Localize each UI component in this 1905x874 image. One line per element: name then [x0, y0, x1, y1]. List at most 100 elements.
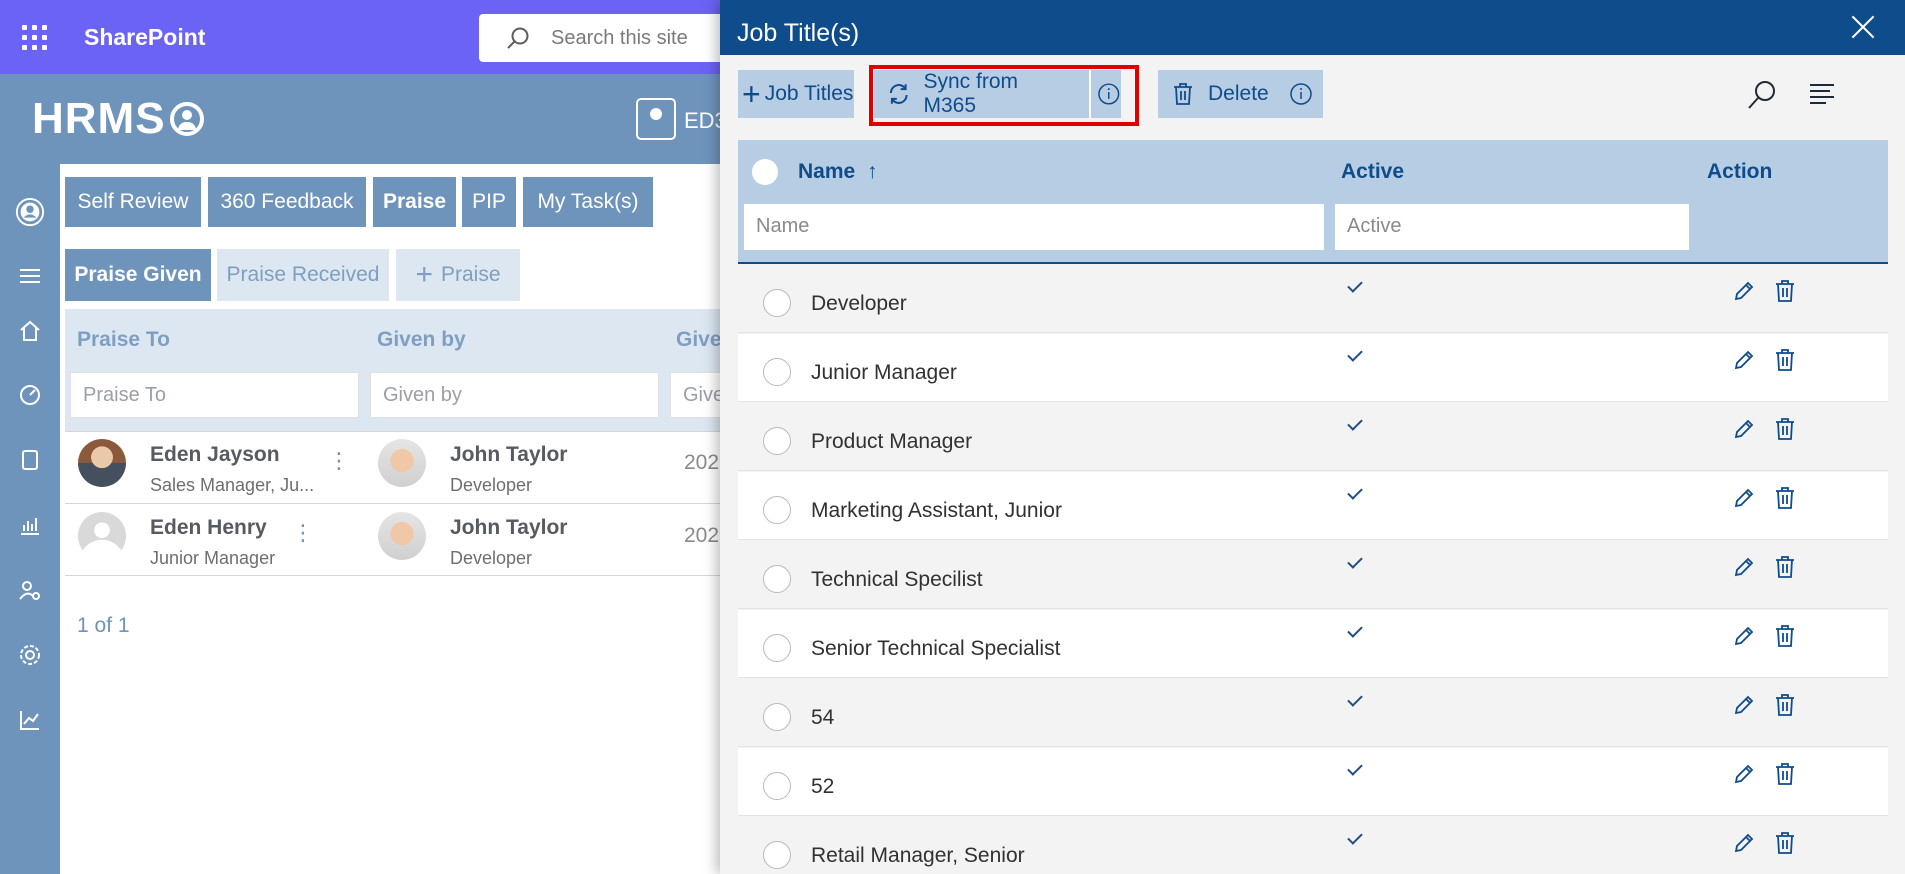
trash-icon[interactable] [1774, 486, 1796, 510]
job-title-name: 54 [811, 706, 835, 729]
name-filter-input[interactable]: Name [744, 204, 1324, 250]
active-check-icon [1347, 346, 1363, 362]
job-title-row[interactable]: 52 [738, 748, 1888, 816]
trash-icon[interactable] [1774, 693, 1796, 717]
active-check-icon [1347, 691, 1363, 707]
tab-360-feedback[interactable]: 360 Feedback [208, 177, 366, 227]
trash-icon[interactable] [1774, 348, 1796, 372]
job-title-row[interactable]: Senior Technical Specialist [738, 610, 1888, 678]
trash-icon[interactable] [1774, 762, 1796, 786]
trash-icon[interactable] [1774, 279, 1796, 303]
job-title-row[interactable]: Junior Manager [738, 334, 1888, 402]
edit-pencil-icon[interactable] [1732, 417, 1756, 441]
job-title-row[interactable]: Developer [738, 265, 1888, 333]
delete-button[interactable]: Delete [1158, 70, 1323, 118]
add-job-title-button[interactable]: + Job Titles [738, 70, 854, 118]
column-given-by[interactable]: Given by [377, 328, 466, 352]
row-select-checkbox[interactable] [763, 289, 791, 317]
edit-pencil-icon[interactable] [1732, 693, 1756, 717]
employee-badge-icon[interactable] [636, 98, 676, 140]
row-select-checkbox[interactable] [763, 841, 791, 869]
given-by-name: John Taylor [450, 516, 568, 539]
given-by-filter[interactable]: Given by [370, 372, 659, 418]
active-check-icon [1347, 553, 1363, 569]
app-launcher-icon[interactable] [22, 25, 48, 51]
trash-icon[interactable] [1774, 555, 1796, 579]
active-check-icon [1347, 622, 1363, 638]
trash-icon[interactable] [1774, 624, 1796, 648]
edit-pencil-icon[interactable] [1732, 348, 1756, 372]
column-given-date[interactable]: Give [676, 328, 722, 352]
add-job-title-label: Job Titles [764, 82, 854, 105]
search-placeholder: Search this site [551, 27, 688, 49]
edit-pencil-icon[interactable] [1732, 762, 1756, 786]
given-date: 202 [684, 524, 720, 547]
job-title-row[interactable]: Marketing Assistant, Junior [738, 472, 1888, 540]
tab-praise-received[interactable]: Praise Received [217, 249, 389, 301]
given-by-title: Developer [450, 475, 533, 495]
tab-my-tasks[interactable]: My Task(s) [523, 177, 653, 227]
job-titles-panel: Job Title(s) + Job Titles Sync from M365… [720, 0, 1905, 874]
trash-icon[interactable] [1774, 831, 1796, 855]
trash-icon[interactable] [1774, 417, 1796, 441]
add-praise-button[interactable]: + Praise [396, 249, 520, 301]
tab-self-review[interactable]: Self Review [65, 177, 201, 227]
dashboard-icon[interactable] [15, 380, 45, 410]
row-select-checkbox[interactable] [763, 565, 791, 593]
row-select-checkbox[interactable] [763, 634, 791, 662]
delete-label: Delete [1208, 82, 1269, 105]
row-select-checkbox[interactable] [763, 703, 791, 731]
edit-pencil-icon[interactable] [1732, 555, 1756, 579]
edit-pencil-icon[interactable] [1732, 624, 1756, 648]
column-active[interactable]: Active [1341, 160, 1404, 184]
job-title-name: Product Manager [811, 430, 973, 453]
panel-title: Job Title(s) [737, 19, 860, 47]
edit-pencil-icon[interactable] [1732, 279, 1756, 303]
job-title-row[interactable]: Retail Manager, Senior [738, 817, 1888, 874]
tab-praise[interactable]: Praise [373, 177, 456, 227]
home-icon[interactable] [15, 316, 45, 346]
user-circle-icon [169, 102, 204, 136]
book-icon[interactable] [15, 445, 45, 475]
plus-icon: + [415, 258, 433, 291]
user-settings-icon[interactable] [15, 575, 45, 605]
menu-icon[interactable] [15, 261, 45, 291]
tab-praise-given[interactable]: Praise Given [65, 249, 211, 301]
more-options-icon[interactable]: ⋮ [292, 520, 314, 546]
sharepoint-brand[interactable]: SharePoint [84, 24, 205, 51]
edit-pencil-icon[interactable] [1732, 831, 1756, 855]
row-select-checkbox[interactable] [763, 496, 791, 524]
info-icon[interactable] [1289, 82, 1313, 106]
active-filter-input[interactable]: Active [1335, 204, 1689, 250]
row-select-checkbox[interactable] [763, 427, 791, 455]
praise-to-title: Sales Manager, Ju... [150, 475, 315, 495]
praise-to-name: Eden Jayson [150, 443, 280, 466]
praise-to-filter[interactable]: Praise To [70, 372, 359, 418]
analytics-icon[interactable] [15, 510, 45, 540]
job-title-row[interactable]: Technical Specilist [738, 541, 1888, 609]
job-title-name: 52 [811, 775, 835, 798]
column-praise-to[interactable]: Praise To [77, 328, 170, 352]
site-search-box[interactable]: Search this site [479, 14, 739, 62]
trend-chart-icon[interactable] [15, 705, 45, 735]
search-icon[interactable] [1746, 79, 1778, 111]
column-name-label: Name [798, 160, 856, 183]
edit-pencil-icon[interactable] [1732, 486, 1756, 510]
given-by-name: John Taylor [450, 443, 568, 466]
profile-icon[interactable] [15, 197, 45, 227]
column-action: Action [1707, 160, 1773, 183]
avatar [78, 439, 126, 487]
tab-pip[interactable]: PIP [462, 177, 516, 227]
row-select-checkbox[interactable] [763, 772, 791, 800]
praise-to-title: Junior Manager [150, 548, 276, 568]
column-name[interactable]: Name ↑ [798, 160, 878, 184]
job-title-row[interactable]: Product Manager [738, 403, 1888, 471]
column-options-icon[interactable] [1808, 82, 1836, 104]
hrms-logo: HRMS [32, 94, 204, 144]
select-all-checkbox[interactable] [752, 159, 778, 185]
row-select-checkbox[interactable] [763, 358, 791, 386]
job-title-row[interactable]: 54 [738, 679, 1888, 747]
more-options-icon[interactable]: ⋮ [328, 448, 350, 474]
close-icon[interactable] [1849, 14, 1877, 42]
settings-gear-icon[interactable] [15, 640, 45, 670]
